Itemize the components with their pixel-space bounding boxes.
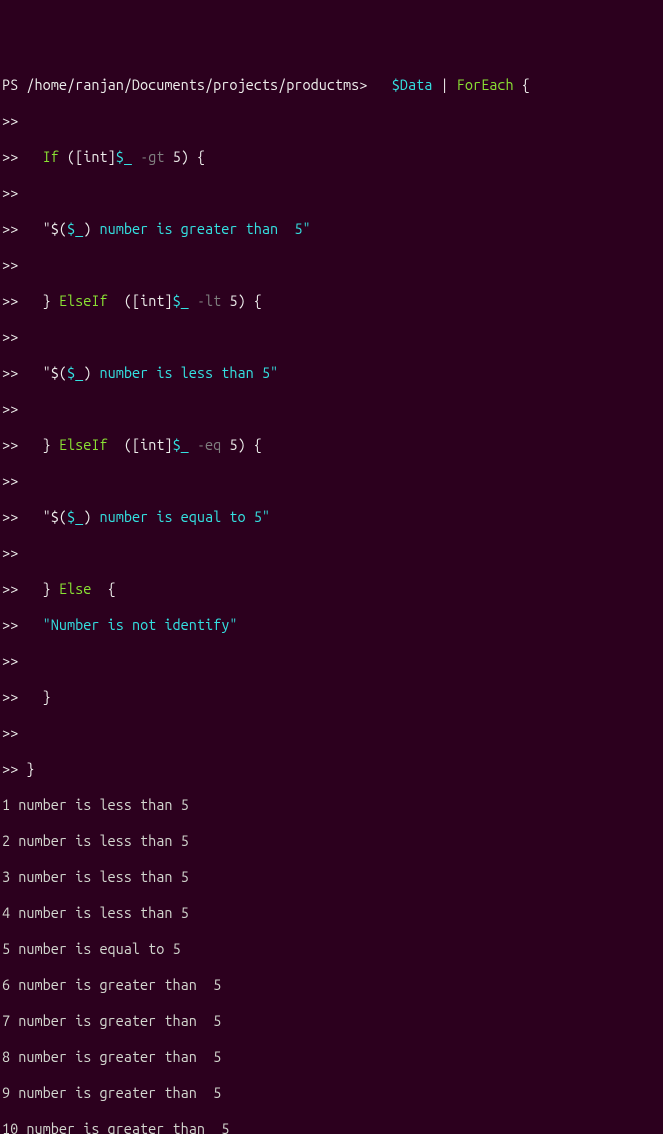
brace-open: { bbox=[514, 76, 530, 93]
elseif-keyword: ElseIf bbox=[59, 436, 108, 453]
if-line: >> If ([int]$_ -gt 5) { bbox=[2, 148, 661, 166]
var-data: $Data bbox=[392, 76, 433, 93]
else-keyword: Else bbox=[59, 580, 91, 597]
terminal-panel[interactable]: { "prompt1": { "ps": "PS ", "path": "/ho… bbox=[0, 0, 663, 1134]
loop-var: $_ bbox=[116, 148, 132, 165]
spacer bbox=[18, 616, 42, 633]
cont-prompt: >> bbox=[2, 580, 18, 597]
loop-var: $_ bbox=[173, 436, 189, 453]
output-line: 10 number is greater than 5 bbox=[2, 1120, 661, 1134]
cont-prompt: >> bbox=[2, 616, 18, 633]
prompt-path: /home/ranjan/Documents/projects/productm… bbox=[26, 76, 391, 93]
spacer bbox=[189, 292, 197, 309]
output-line: 8 number is greater than 5 bbox=[2, 1048, 661, 1066]
paren-text: ([int] bbox=[108, 436, 173, 453]
continuation-line: >> bbox=[2, 400, 661, 418]
ps-label: PS bbox=[2, 76, 26, 93]
subexpr-open: $( bbox=[51, 220, 67, 237]
cont-prompt: >> bbox=[2, 112, 18, 129]
gt-flag: -gt bbox=[140, 148, 164, 165]
subexpr-open: $( bbox=[51, 508, 67, 525]
loop-var: $_ bbox=[67, 508, 83, 525]
cont-prompt: >> bbox=[2, 688, 18, 705]
pipe-op: | bbox=[432, 76, 456, 93]
rest-text: { bbox=[91, 580, 115, 597]
spacer: } bbox=[18, 292, 59, 309]
quote-open: " bbox=[18, 508, 50, 525]
string-rest: number is greater than 5" bbox=[91, 220, 310, 237]
output-line: 6 number is greater than 5 bbox=[2, 976, 661, 994]
cont-prompt: >> bbox=[2, 328, 18, 345]
output-line: 9 number is greater than 5 bbox=[2, 1084, 661, 1102]
close-inner-line: >> } bbox=[2, 688, 661, 706]
continuation-line: >> bbox=[2, 652, 661, 670]
spacer: } bbox=[18, 436, 59, 453]
string-notident-line: >> "Number is not identify" bbox=[2, 616, 661, 634]
string-less-line: >> "$($_) number is less than 5" bbox=[2, 364, 661, 382]
cont-prompt: >> bbox=[2, 292, 18, 309]
spacer bbox=[18, 148, 42, 165]
continuation-line: >> bbox=[2, 256, 661, 274]
cont-prompt: >> bbox=[2, 148, 18, 165]
paren-text: ([int] bbox=[59, 148, 116, 165]
elseif-eq-line: >> } ElseIf ([int]$_ -eq 5) { bbox=[2, 436, 661, 454]
output-line: 2 number is less than 5 bbox=[2, 832, 661, 850]
paren-text: ([int] bbox=[108, 292, 173, 309]
cont-prompt: >> bbox=[2, 184, 18, 201]
cont-prompt: >> bbox=[2, 364, 18, 381]
prompt-line: PS /home/ranjan/Documents/projects/produ… bbox=[2, 76, 661, 94]
loop-var: $_ bbox=[67, 364, 83, 381]
output-line: 5 number is equal to 5 bbox=[2, 940, 661, 958]
cont-prompt: >> bbox=[2, 508, 18, 525]
output-line: 7 number is greater than 5 bbox=[2, 1012, 661, 1030]
close-outer-line: >> } bbox=[2, 760, 661, 778]
cont-prompt: >> bbox=[2, 472, 18, 489]
cont-prompt: >> bbox=[2, 220, 18, 237]
cont-prompt: >> bbox=[2, 400, 18, 417]
output-line: 3 number is less than 5 bbox=[2, 868, 661, 886]
string-greater-line: >> "$($_) number is greater than 5" bbox=[2, 220, 661, 238]
loop-var: $_ bbox=[67, 220, 83, 237]
quote-open: " bbox=[18, 220, 50, 237]
string-rest: number is less than 5" bbox=[91, 364, 278, 381]
cont-prompt: >> bbox=[2, 724, 18, 741]
cont-prompt: >> bbox=[2, 544, 18, 561]
if-keyword: If bbox=[43, 148, 59, 165]
cont-prompt: >> bbox=[2, 652, 18, 669]
string-rest: number is equal to 5" bbox=[91, 508, 270, 525]
subexpr-open: $( bbox=[51, 364, 67, 381]
spacer: } bbox=[18, 580, 59, 597]
string-equal-line: >> "$($_) number is equal to 5" bbox=[2, 508, 661, 526]
cont-prompt: >> bbox=[2, 760, 18, 777]
quote-open: " bbox=[18, 364, 50, 381]
brace-close: } bbox=[18, 760, 34, 777]
cont-prompt: >> bbox=[2, 436, 18, 453]
rest-text: 5) { bbox=[221, 436, 262, 453]
continuation-line: >> bbox=[2, 328, 661, 346]
output-line: 1 number is less than 5 bbox=[2, 796, 661, 814]
continuation-line: >> bbox=[2, 472, 661, 490]
string-full: "Number is not identify" bbox=[43, 616, 238, 633]
continuation-line: >> bbox=[2, 544, 661, 562]
lt-flag: -lt bbox=[197, 292, 221, 309]
foreach-keyword: ForEach bbox=[457, 76, 514, 93]
elseif-keyword: ElseIf bbox=[59, 292, 108, 309]
rest-text: 5) { bbox=[221, 292, 262, 309]
cont-prompt: >> bbox=[2, 256, 18, 273]
loop-var: $_ bbox=[173, 292, 189, 309]
spacer bbox=[132, 148, 140, 165]
elseif-lt-line: >> } ElseIf ([int]$_ -lt 5) { bbox=[2, 292, 661, 310]
output-line: 4 number is less than 5 bbox=[2, 904, 661, 922]
continuation-line: >> bbox=[2, 112, 661, 130]
continuation-line: >> bbox=[2, 184, 661, 202]
spacer bbox=[189, 436, 197, 453]
brace-close: } bbox=[18, 688, 50, 705]
eq-flag: -eq bbox=[197, 436, 221, 453]
continuation-line: >> bbox=[2, 724, 661, 742]
rest-text: 5) { bbox=[164, 148, 205, 165]
else-line: >> } Else { bbox=[2, 580, 661, 598]
